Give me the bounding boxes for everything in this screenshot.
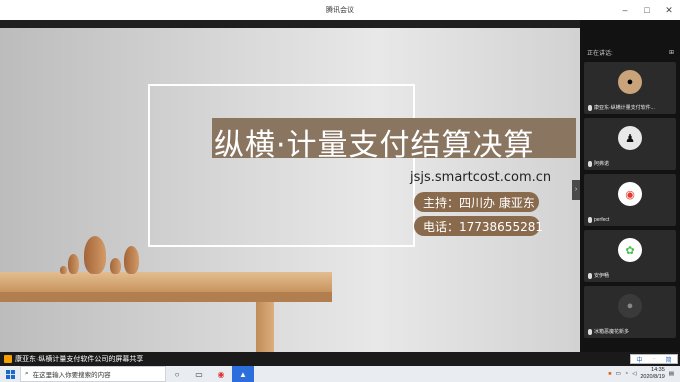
- participant-tile[interactable]: ♟ 阿弗诺: [584, 118, 676, 170]
- table-edge: [0, 292, 332, 302]
- participant-sidebar: 正在讲话: ⊞ ● 康亚东·纵横计量支付软件... ♟ 阿弗诺 ◉ perfec…: [580, 20, 680, 352]
- shared-screen: 纵横·计量支付结算决算 jsjs.smartcost.com.cn 主持：四川办…: [0, 28, 580, 352]
- participant-name: perfect: [588, 217, 609, 223]
- participant-tile[interactable]: ◉ perfect: [584, 174, 676, 226]
- ime-script[interactable]: 简: [666, 355, 672, 364]
- dark-avatar-icon: ●: [618, 294, 642, 318]
- mic-icon: [588, 217, 592, 223]
- taskbar-search[interactable]: ⌕ 在这里输入你要搜索的内容: [20, 366, 166, 382]
- task-view-icon[interactable]: ▭: [188, 366, 210, 382]
- toolbar-strip: [0, 20, 580, 28]
- tray-app-icon[interactable]: ■: [608, 371, 611, 377]
- slide-frame: [148, 84, 415, 247]
- search-placeholder: 在这里输入你要搜索的内容: [32, 372, 111, 379]
- clock-time: 14:35: [651, 367, 665, 373]
- chrome-icon[interactable]: ◉: [210, 366, 232, 382]
- participant-name: 冰箱恶魔花新多: [588, 328, 629, 335]
- bunny-avatar-icon: ✿: [618, 238, 642, 262]
- screen-share-bar: 康亚东·纵横计量支付软件公司的屏幕共享: [0, 352, 680, 366]
- host-pill: 主持：四川办 康亚东: [414, 192, 539, 212]
- ime-toolbar[interactable]: 中 · 简: [630, 354, 678, 364]
- wood-figure-large: [84, 236, 106, 274]
- table-top: [0, 272, 332, 292]
- participant-tile[interactable]: ✿ 安伊畅: [584, 230, 676, 282]
- participant-name: 康亚东·纵横计量支付软件...: [588, 104, 655, 111]
- collapse-sidebar-icon[interactable]: ›: [572, 180, 580, 200]
- tencent-meeting-icon[interactable]: ▲: [232, 366, 254, 382]
- notification-icon[interactable]: ▤: [669, 371, 674, 377]
- start-button[interactable]: [0, 366, 20, 382]
- mic-icon: [588, 272, 592, 279]
- mic-icon: [588, 328, 592, 335]
- window-title: 腾讯会议: [326, 7, 354, 14]
- system-tray: ■ ▭ ◔ ◁ 14:35 2020/8/19 ▤: [608, 366, 674, 382]
- wood-figure-medium: [124, 246, 139, 274]
- windows-icon: [5, 369, 15, 379]
- speaking-header: 正在讲话: ⊞: [580, 44, 680, 60]
- wood-figure-tiny: [110, 258, 121, 274]
- participant-tile[interactable]: ● 康亚东·纵横计量支付软件...: [584, 62, 676, 114]
- participant-name: 阿弗诺: [588, 160, 609, 167]
- search-icon: ⌕: [25, 370, 29, 377]
- window-controls: – □ ✕: [614, 0, 680, 20]
- table-leg: [256, 302, 274, 352]
- close-button[interactable]: ✕: [658, 5, 680, 16]
- slide-url: jsjs.smartcost.com.cn: [410, 170, 552, 185]
- cortana-icon[interactable]: ○: [166, 366, 188, 382]
- grid-icon[interactable]: ⊞: [669, 49, 674, 56]
- volume-icon[interactable]: ◁: [632, 371, 636, 377]
- silhouette-avatar-icon: ♟: [618, 126, 642, 150]
- phone-pill: 电话：17738655281: [414, 216, 543, 236]
- windows-taskbar: ⌕ 在这里输入你要搜索的内容 ○ ▭ ◉ ▲ ■ ▭ ◔ ◁ 14:35 202…: [0, 366, 680, 382]
- wood-figure-mini: [60, 266, 67, 274]
- maximize-button[interactable]: □: [636, 5, 658, 15]
- mic-icon: [588, 160, 592, 167]
- slide-title: 纵横·计量支付结算决算: [214, 128, 535, 163]
- clock[interactable]: 14:35 2020/8/19: [640, 367, 664, 381]
- speaking-label: 正在讲话:: [587, 50, 613, 57]
- share-user-icon: [4, 355, 12, 363]
- network-icon[interactable]: ◔: [625, 371, 628, 377]
- minimize-button[interactable]: –: [614, 5, 636, 15]
- meeting-window: 腾讯会议 – □ ✕ 纵横·计量支付结算决算 jsjs.smartcost.co…: [0, 0, 680, 382]
- battery-icon[interactable]: ▭: [616, 371, 621, 377]
- photo-avatar-icon: ●: [618, 70, 642, 94]
- wood-figure-small: [68, 254, 79, 274]
- participant-tile[interactable]: ● 冰箱恶魔花新多: [584, 286, 676, 338]
- screen-share-text: 康亚东·纵横计量支付软件公司的屏幕共享: [15, 356, 144, 363]
- cartoon-avatar-icon: ◉: [618, 182, 642, 206]
- mic-icon: [588, 104, 592, 111]
- clock-date: 2020/8/19: [640, 374, 665, 380]
- participant-name: 安伊畅: [588, 272, 609, 279]
- ime-mode[interactable]: 中: [636, 355, 642, 364]
- ime-punct[interactable]: ·: [653, 356, 655, 362]
- title-bar: 腾讯会议 – □ ✕: [0, 0, 680, 20]
